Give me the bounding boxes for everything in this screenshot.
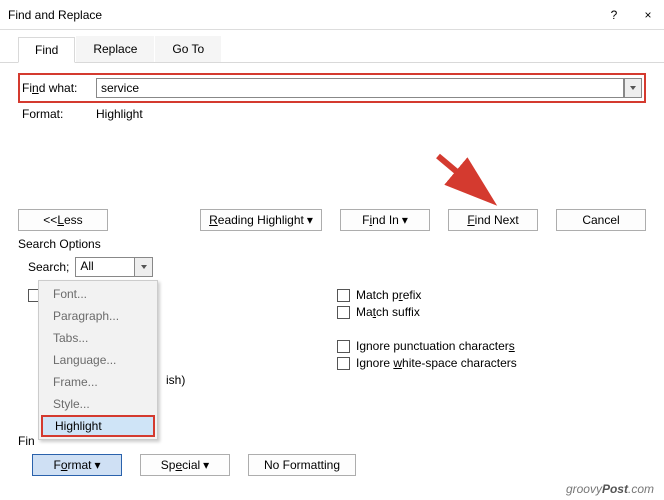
menu-language[interactable]: Language... [39, 349, 157, 371]
help-button[interactable]: ? [606, 8, 622, 22]
bottom-buttons: Format▾ Special▾ No Formatting [32, 454, 356, 476]
ignore-punct-checkbox[interactable]: Ignore punctuation characters [337, 339, 646, 353]
search-label: Search; [28, 260, 69, 274]
menu-tabs[interactable]: Tabs... [39, 327, 157, 349]
find-what-combo[interactable] [96, 78, 642, 98]
menu-font[interactable]: Font... [39, 283, 157, 305]
cancel-button[interactable]: Cancel [556, 209, 646, 231]
match-suffix-checkbox[interactable]: Match suffix [337, 305, 646, 319]
match-prefix-label: Match prefix [356, 288, 421, 302]
checkbox-icon [337, 289, 350, 302]
find-what-dropdown[interactable] [624, 78, 642, 98]
chevron-down-icon [629, 84, 637, 92]
format-label: Format: [22, 107, 90, 121]
menu-paragraph[interactable]: Paragraph... [39, 305, 157, 327]
close-button[interactable]: × [640, 8, 656, 22]
titlebar-buttons: ? × [606, 8, 656, 22]
titlebar: Find and Replace ? × [0, 0, 664, 30]
tab-find-label: Find [35, 43, 58, 57]
arrow-annotation [430, 148, 510, 218]
reading-highlight-button[interactable]: Reading Highlight▾ [200, 209, 322, 231]
format-value: Highlight [96, 107, 143, 121]
tab-goto-label: Go To [172, 42, 204, 56]
find-what-row: Find what: [18, 73, 646, 103]
no-formatting-button[interactable]: No Formatting [248, 454, 356, 476]
tab-goto[interactable]: Go To [155, 36, 221, 62]
ignore-whitespace-checkbox[interactable]: Ignore white-space characters [337, 356, 646, 370]
checkbox-icon [337, 357, 350, 370]
match-prefix-checkbox[interactable]: Match prefix [337, 288, 646, 302]
search-direction-value: All [76, 258, 134, 276]
checkbox-icon [337, 340, 350, 353]
format-menu: Font... Paragraph... Tabs... Language...… [38, 280, 158, 440]
less-button[interactable]: << Less [18, 209, 108, 231]
options-right-col: Match prefix Match suffix Ignore punctua… [337, 285, 646, 387]
tab-replace[interactable]: Replace [76, 36, 154, 62]
format-row: Format: Highlight [18, 105, 646, 121]
search-direction-dropdown[interactable] [134, 258, 152, 276]
find-section-label: Fin [18, 434, 35, 448]
search-options-label: Search Options [18, 231, 646, 255]
ignore-punct-label: Ignore punctuation characters [356, 339, 515, 353]
special-button[interactable]: Special▾ [140, 454, 230, 476]
find-in-button[interactable]: Find In▾ [340, 209, 430, 231]
menu-frame[interactable]: Frame... [39, 371, 157, 393]
tab-strip: Find Replace Go To [0, 30, 664, 63]
menu-style[interactable]: Style... [39, 393, 157, 415]
watermark: groovyPost.com [566, 482, 654, 496]
tab-replace-label: Replace [93, 42, 137, 56]
window-title: Find and Replace [8, 8, 606, 22]
tab-find[interactable]: Find [18, 37, 75, 63]
find-what-label: Find what: [22, 81, 90, 95]
find-what-input[interactable] [96, 78, 624, 98]
match-suffix-label: Match suffix [356, 305, 420, 319]
menu-highlight[interactable]: Highlight [41, 415, 155, 437]
format-button[interactable]: Format▾ [32, 454, 122, 476]
checkbox-icon [337, 306, 350, 319]
ignore-whitespace-label: Ignore white-space characters [356, 356, 517, 370]
chevron-down-icon [140, 263, 148, 271]
search-direction-select[interactable]: All [75, 257, 153, 277]
action-buttons: << Less Reading Highlight▾ Find In▾ Find… [18, 209, 646, 231]
